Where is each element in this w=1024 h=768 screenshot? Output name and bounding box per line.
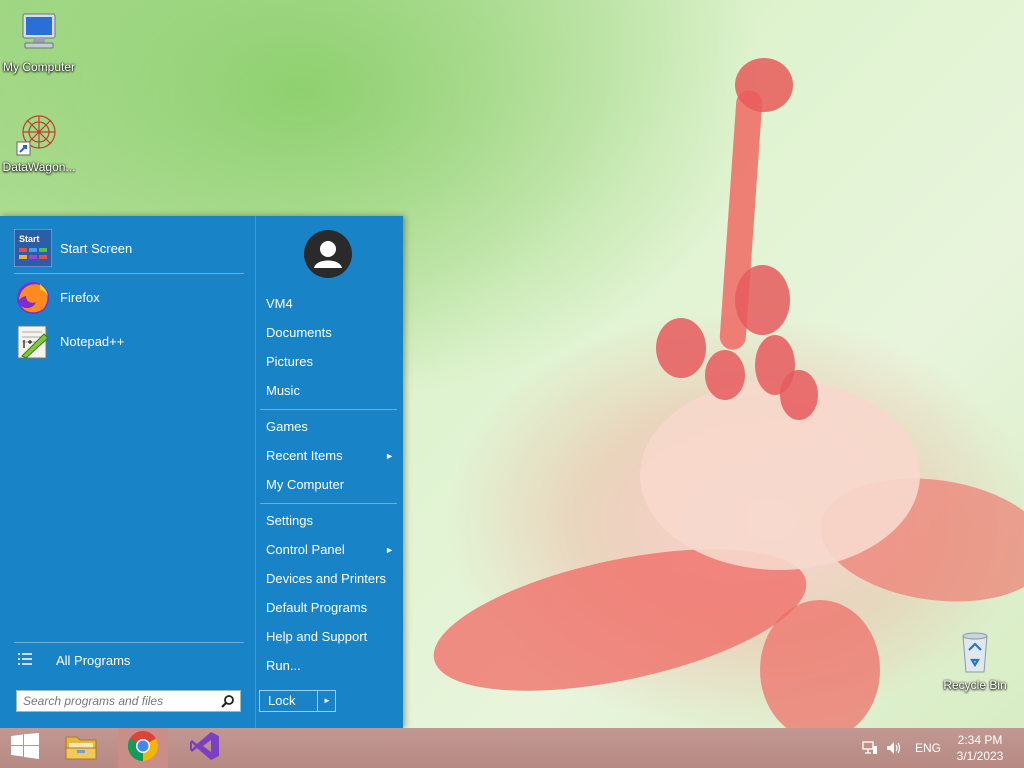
taskbar-visual-studio[interactable] [180,728,230,768]
pinned-item-notepad-plus-plus[interactable]: Notepad++ [14,321,124,361]
firefox-icon [14,278,52,316]
start-menu-right-column: VM4 Documents Pictures Music Games Recen… [255,216,404,728]
menu-item-run[interactable]: Run... [266,655,396,677]
right-separator-2 [260,503,397,504]
start-menu: Start Start Screen Firefox Notepad++ All… [0,216,403,728]
start-button[interactable] [0,728,50,768]
submenu-arrow-icon: ► [385,545,394,555]
menu-item-control-panel[interactable]: Control Panel ► [266,539,396,561]
start-tile-text: Start [19,234,40,244]
clock-time: 2:34 PM [957,733,1003,747]
submenu-arrow-icon: ► [385,451,394,461]
pinned-item-firefox[interactable]: Firefox [14,277,100,317]
desktop-icon-datawagon[interactable]: DataWagon... [0,110,78,174]
lock-options-arrow[interactable]: ► [317,691,336,711]
search-icon[interactable] [221,694,235,713]
menu-item-recent-items[interactable]: Recent Items ► [266,445,396,467]
taskbar: ENG 2:34 PM 3/1/2023 [0,728,1024,768]
notepad-plus-plus-icon [14,322,52,360]
desktop-icon-label: DataWagon... [2,160,76,174]
taskbar-chrome[interactable] [118,728,168,768]
menu-item-default-programs[interactable]: Default Programs [266,597,396,619]
list-icon [18,652,32,669]
taskbar-file-explorer[interactable] [56,728,106,768]
search-input[interactable] [17,691,219,711]
desktop-icon-my-computer[interactable]: My Computer [0,10,78,74]
menu-item-music[interactable]: Music [266,380,396,402]
search-box [16,690,241,712]
menu-item-games[interactable]: Games [266,416,396,438]
all-programs-button[interactable]: All Programs [18,640,130,680]
pinned-item-label: Start Screen [60,240,133,256]
user-avatar[interactable] [304,230,352,278]
lock-button[interactable]: Lock ► [259,690,336,712]
volume-icon[interactable] [886,740,902,761]
desktop-icon-recycle-bin[interactable]: Recycle Bin [936,628,1014,692]
chrome-icon [127,730,159,767]
desktop-icon-label: My Computer [2,60,76,74]
start-screen-icon: Start [13,228,53,268]
all-programs-label: All Programs [56,652,131,668]
recycle-bin-icon [951,628,999,676]
datawagon-icon [15,110,63,158]
menu-item-devices-and-printers[interactable]: Devices and Printers [266,568,396,590]
menu-item-help-and-support[interactable]: Help and Support [266,626,396,648]
right-separator-1 [260,409,397,410]
clock-date: 3/1/2023 [956,749,1004,763]
pinned-item-start-screen[interactable]: Start Start Screen [13,228,133,268]
language-indicator[interactable]: ENG [915,741,941,755]
menu-item-my-computer[interactable]: My Computer [266,474,396,496]
menu-item-settings[interactable]: Settings [266,510,396,532]
pinned-item-label: Notepad++ [60,333,125,349]
menu-item-vm4[interactable]: VM4 [266,293,396,315]
pinned-separator [14,273,244,274]
visual-studio-icon [189,730,221,767]
clock[interactable]: 2:34 PM 3/1/2023 [950,732,1010,764]
start-menu-left-column: Start Start Screen Firefox Notepad++ All… [0,216,254,728]
menu-item-documents[interactable]: Documents [266,322,396,344]
computer-icon [15,10,63,58]
lock-label: Lock [268,693,296,708]
file-explorer-icon [64,731,98,766]
desktop-icon-label: Recycle Bin [943,678,1007,692]
pinned-item-label: Firefox [60,289,100,305]
menu-item-pictures[interactable]: Pictures [266,351,396,373]
windows-start-icon [11,732,39,764]
network-icon[interactable] [862,740,878,761]
